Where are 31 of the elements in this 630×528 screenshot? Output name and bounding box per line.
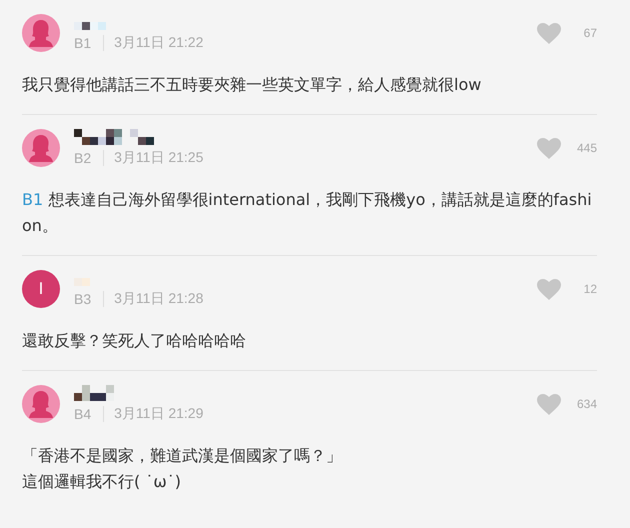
heart-icon[interactable] — [537, 138, 561, 158]
floor-number: B1 — [74, 35, 92, 51]
floor-mention-link[interactable]: B1 — [22, 190, 44, 209]
comment-text: 「香港不是國家，難道武漢是個國家了嗎？」 — [22, 445, 343, 467]
like-count: 445 — [576, 141, 597, 155]
like-count: 12 — [582, 282, 597, 296]
floor-number: B2 — [74, 150, 92, 166]
comment-time: 3月11日 21:28 — [114, 290, 204, 308]
person-silhouette-icon — [29, 19, 53, 47]
comment-time: 3月11日 21:25 — [114, 149, 204, 167]
like-count: 634 — [576, 397, 597, 411]
heart-icon[interactable] — [537, 278, 561, 300]
comment-text: 還敢反擊？笑死人了哈哈哈哈哈 — [22, 330, 247, 352]
person-silhouette-icon — [29, 390, 53, 418]
comment-time: 3月11日 21:22 — [114, 34, 204, 52]
heart-icon[interactable] — [537, 22, 561, 44]
avatar[interactable]: I — [22, 270, 60, 308]
comment-text: 這個邏輯我不行( ˙ω˙) — [22, 471, 182, 493]
avatar[interactable] — [22, 129, 60, 167]
pixelated-username — [74, 22, 106, 30]
avatar[interactable] — [22, 14, 60, 52]
floor-number: B3 — [74, 291, 92, 307]
heart-icon[interactable] — [537, 394, 561, 414]
comment-text: B1 想表達自己海外留學很international，我剛下飛機yo，講話就是這麼的fashion。 — [22, 189, 593, 237]
avatar[interactable] — [22, 385, 60, 423]
floor-number: B4 — [74, 406, 92, 422]
comment-time: 3月11日 21:29 — [114, 405, 204, 423]
person-silhouette-icon — [29, 134, 53, 162]
comment-text: 我只覺得他講話三不五時要夾雜一些英文單字，給人感覺就很low — [22, 74, 482, 96]
pixelated-username — [74, 385, 114, 401]
like-count: 67 — [582, 26, 597, 40]
